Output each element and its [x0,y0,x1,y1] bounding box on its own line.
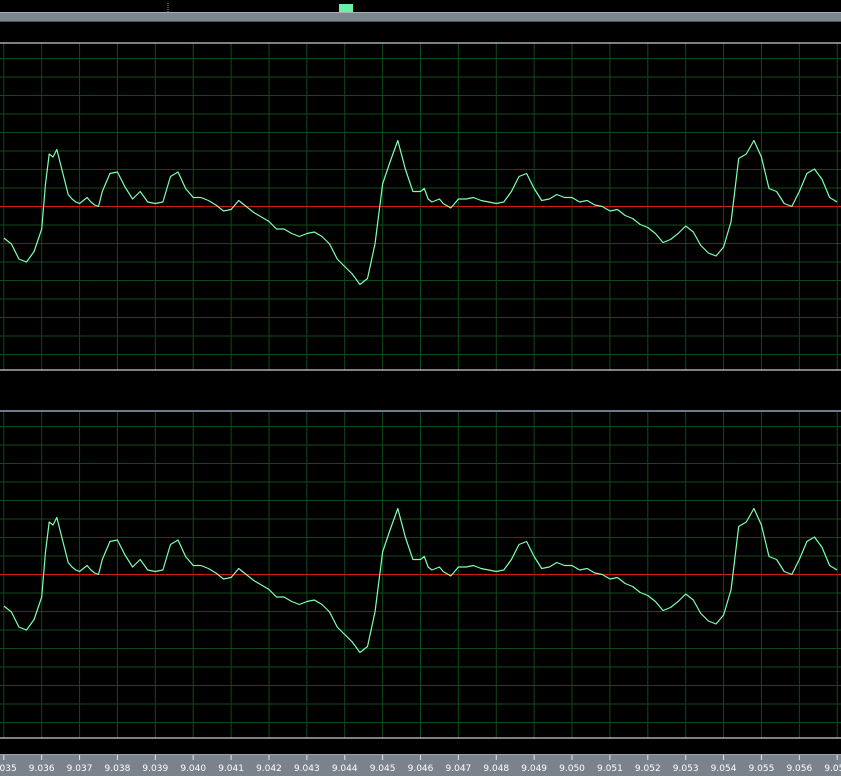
ruler-tick-label: 9.051 [597,764,623,774]
ruler-tick-label: 9.037 [67,764,93,774]
ruler-tick-label: 9.056 [786,764,812,774]
right-channel[interactable] [0,410,841,739]
ruler-tick-label: 9.035 [0,764,17,774]
ruler-tick-label: 9.052 [635,764,661,774]
ruler-tick-label: 9.044 [332,764,358,774]
overview-strip[interactable] [0,0,841,15]
waveform-display[interactable] [0,22,841,754]
ruler-tick-label: 9.053 [673,764,699,774]
waveform-canvas[interactable] [0,22,841,754]
time-ruler[interactable]: 9.035 9.036 9.037 9.038 9.039 9.040 9.041 9.042… [0,754,841,776]
ruler-tick-label: 9.055 [749,764,775,774]
ruler-tick-label: 9.057 [824,764,841,774]
ruler-tick-label: 9.050 [559,764,585,774]
ruler-tick-label: 9.045 [370,764,396,774]
ruler-tick-label: 9.041 [218,764,244,774]
ruler-tick-label: 9.048 [483,764,509,774]
ruler-tick-label: 9.047 [446,764,472,774]
ruler-tick-label: 9.038 [105,764,131,774]
channel-divider[interactable] [0,410,841,412]
ruler-tick-label: 9.040 [180,764,206,774]
ruler-tick-label: 9.049 [521,764,547,774]
ruler-tick-label: 9.039 [142,764,168,774]
horizontal-scrollbar[interactable] [0,12,841,22]
ruler-tick-label: 9.054 [711,764,737,774]
left-channel[interactable] [0,42,841,371]
ruler-tick-label: 9.042 [256,764,282,774]
ruler-tick-label: 9.036 [29,764,55,774]
time-ruler-canvas: 9.035 9.036 9.037 9.038 9.039 9.040 9.041 9.042… [0,755,841,774]
ruler-tick-label: 9.046 [408,764,434,774]
ruler-tick-label: 9.043 [294,764,320,774]
